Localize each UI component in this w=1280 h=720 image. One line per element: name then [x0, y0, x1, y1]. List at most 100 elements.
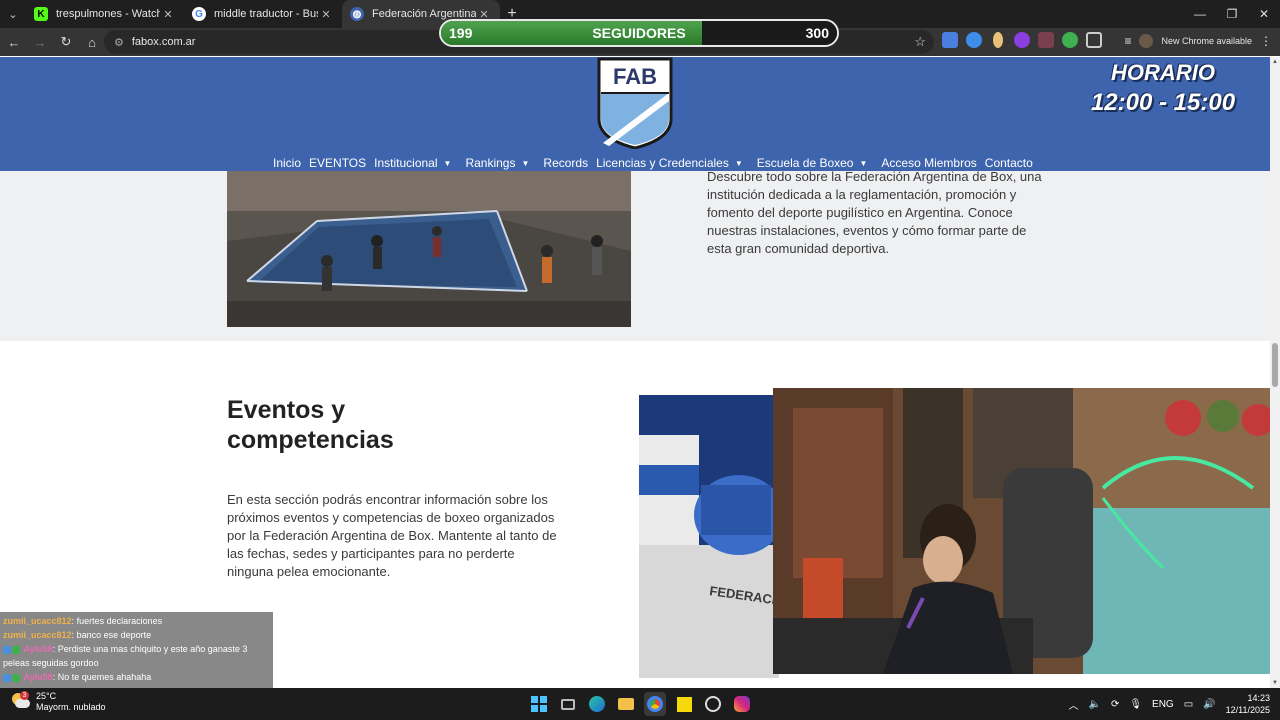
extension-icon[interactable] — [1014, 32, 1030, 48]
nav-institucional[interactable]: Institucional — [374, 156, 437, 170]
kick-icon: K — [34, 7, 48, 21]
chat-text: banco ese deporte — [76, 630, 152, 640]
restore-icon[interactable]: ❐ — [1216, 0, 1248, 28]
forward-icon[interactable]: → — [28, 30, 52, 54]
caret-down-icon[interactable]: ▼ — [859, 159, 867, 168]
weather-badge: 3 — [20, 691, 29, 700]
bookmark-star-icon[interactable]: ☆ — [914, 34, 926, 50]
nav-rankings[interactable]: Rankings — [465, 156, 515, 170]
globe-icon: ◍ — [350, 7, 364, 21]
chat-message: zumii_ucacc812: fuertes declaraciones — [3, 616, 163, 626]
task-view-icon[interactable] — [557, 692, 579, 716]
boxer-photo: FEDERACION ARGENTINA DE BOX — [639, 395, 779, 678]
microphone-icon[interactable]: 🎙 — [1129, 699, 1142, 710]
minimize-icon[interactable]: — — [1184, 0, 1216, 28]
scroll-up-icon[interactable]: ▲ — [1270, 57, 1280, 67]
translate-extension-icon[interactable] — [942, 32, 958, 48]
url-text: fabox.com.ar — [131, 36, 196, 48]
events-paragraph: En esta sección podrás encontrar informa… — [227, 492, 557, 579]
subscriber-badge-icon — [3, 645, 11, 654]
chrome-icon[interactable] — [644, 692, 666, 716]
caret-down-icon[interactable]: ▼ — [521, 159, 529, 168]
tab-title: middle traductor - Buscar con G — [214, 8, 318, 20]
followers-goal: 300 — [805, 25, 829, 41]
chevron-up-icon[interactable]: ︿ — [1068, 697, 1078, 712]
stream-chat: zumii_ucacc812: fuertes declaraciones zu… — [0, 612, 273, 688]
schedule-label: HORARIO — [1111, 60, 1215, 85]
scroll-thumb[interactable] — [1272, 343, 1278, 387]
about-section — [0, 171, 1270, 341]
chat-username: Aylu58 — [23, 644, 53, 654]
nav-eventos[interactable]: EVENTOS — [309, 156, 366, 170]
schedule-time: 12:00 - 15:00 — [1090, 89, 1236, 116]
file-explorer-icon[interactable] — [615, 692, 637, 716]
weather-description: Mayorm. nublado — [36, 702, 106, 712]
instagram-icon[interactable] — [731, 692, 753, 716]
media-controls-icon[interactable]: ≡ — [1124, 34, 1131, 48]
nav-records[interactable]: Records — [543, 156, 588, 170]
streamer-webcam — [773, 388, 1280, 674]
schedule-overlay: HORARIO 12:00 - 15:00 — [1088, 59, 1238, 119]
caret-down-icon[interactable]: ▼ — [735, 159, 743, 168]
obs-icon[interactable] — [702, 692, 724, 716]
clock-time: 14:23 — [1247, 693, 1270, 703]
clock-date: 12/11/2025 — [1225, 705, 1270, 715]
fab-logo[interactable]: FAB — [597, 57, 673, 149]
subscriber-badge-icon — [3, 673, 11, 682]
extension-icon[interactable] — [1062, 32, 1078, 48]
chat-message: Aylu58: No te quemes ahahaha — [3, 670, 270, 684]
browser-tab[interactable]: K trespulmones - Watch the VOD ✕ — [26, 0, 184, 28]
chat-username: Aylu58 — [23, 672, 53, 682]
clock[interactable]: 14:23 12/11/2025 — [1226, 692, 1270, 716]
moderator-badge-icon — [12, 645, 20, 654]
extension-icon[interactable] — [993, 32, 1003, 48]
chat-message: zumii_ucacc812: banco ese deporte — [3, 630, 152, 640]
intro-paragraph: Descubre todo sobre la Federación Argent… — [707, 169, 1042, 256]
chat-text: fuertes declaraciones — [76, 616, 163, 626]
weather-widget[interactable]: 3 25°C Mayorm. nublado — [10, 691, 106, 713]
logo-text: FAB — [613, 64, 657, 89]
nav-inicio[interactable]: Inicio — [273, 156, 301, 170]
chat-username: zumii_ucacc812 — [3, 630, 72, 640]
chat-message: Aylu58: Perdiste una mas chiquito y este… — [3, 644, 248, 668]
puzzle-icon[interactable] — [1086, 32, 1102, 48]
chat-text: No te quemes ahahaha — [57, 672, 152, 682]
language-indicator[interactable]: ENG — [1152, 699, 1174, 710]
extension-icon[interactable] — [966, 32, 982, 48]
sync-icon[interactable]: ⟳ — [1111, 699, 1119, 710]
extensions-bar — [942, 32, 1102, 48]
network-icon[interactable]: ▭ — [1184, 699, 1193, 710]
page-scrollbar[interactable]: ▲ ▼ — [1270, 57, 1280, 688]
profile-avatar[interactable] — [1139, 34, 1154, 48]
menu-icon[interactable]: ⋮ — [1260, 34, 1272, 48]
system-tray: ︿ 🔈 ⟳ 🎙 ENG ▭ 🔊 14:23 12/11/2025 — [1068, 688, 1270, 720]
gym-photo — [227, 171, 631, 327]
site-info-icon[interactable]: ⚙ — [114, 36, 124, 49]
close-window-icon[interactable]: ✕ — [1248, 0, 1280, 28]
windows-start-icon[interactable] — [528, 692, 550, 716]
update-status[interactable]: New Chrome available — [1161, 36, 1252, 46]
browser-tab[interactable]: G middle traductor - Buscar con G ✕ — [184, 0, 342, 28]
scroll-down-icon[interactable]: ▼ — [1270, 678, 1280, 688]
chat-username: zumii_ucacc812 — [3, 616, 72, 626]
cloud-sun-icon: 3 — [10, 691, 30, 711]
edge-icon[interactable] — [586, 692, 608, 716]
taskbar-apps — [528, 692, 753, 716]
google-icon: G — [192, 7, 206, 21]
back-icon[interactable]: ← — [2, 30, 26, 54]
close-tab-icon[interactable]: ✕ — [318, 8, 334, 21]
speaker-icon[interactable]: 🔈 — [1088, 699, 1100, 710]
home-icon[interactable]: ⌂ — [80, 30, 104, 54]
close-tab-icon[interactable]: ✕ — [160, 8, 176, 21]
volume-icon[interactable]: 🔊 — [1203, 699, 1215, 710]
sticky-notes-icon[interactable] — [673, 692, 695, 716]
site-header: FAB HORARIO 12:00 - 15:00 Inicio EVENTOS… — [0, 57, 1270, 171]
moderator-badge-icon — [12, 673, 20, 682]
caret-down-icon[interactable]: ▼ — [444, 159, 452, 168]
extension-icon[interactable] — [1038, 32, 1054, 48]
events-heading: Eventos y competencias — [227, 396, 394, 454]
temperature: 25°C — [36, 691, 57, 701]
follower-goal-bar: 199 SEGUIDORES 300 — [439, 19, 839, 47]
reload-icon[interactable]: ↻ — [54, 30, 78, 54]
tab-search-icon[interactable]: ⌄ — [0, 0, 26, 28]
